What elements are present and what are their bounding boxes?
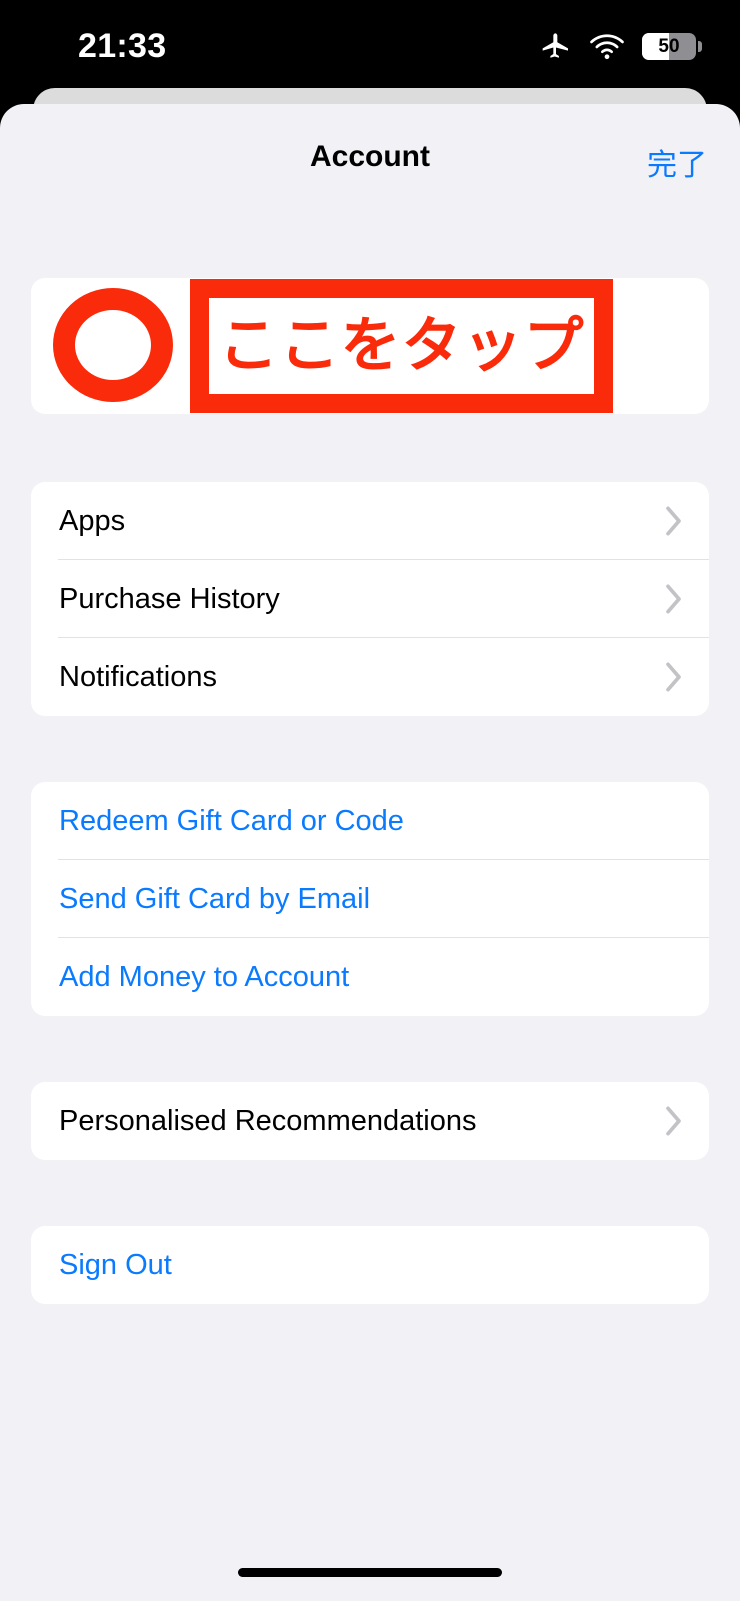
row-sign-out[interactable]: Sign Out (31, 1226, 709, 1304)
annotation-callout-box: ここをタップ (190, 279, 613, 413)
iphone-screen: 21:33 50 Account 完了 ここをタップ Apps Purchase… (0, 0, 740, 1601)
gift-card-group: Redeem Gift Card or Code Send Gift Card … (31, 782, 709, 1016)
annotation-text: ここをタップ (218, 312, 585, 379)
chevron-right-icon (666, 506, 681, 536)
row-redeem-gift-card[interactable]: Redeem Gift Card or Code (31, 782, 709, 860)
done-button[interactable]: 完了 (647, 140, 707, 184)
status-bar-icons: 50 (540, 30, 702, 62)
row-send-gift-card[interactable]: Send Gift Card by Email (31, 860, 709, 938)
sheet-nav-bar: Account 完了 (0, 104, 740, 214)
status-bar-clock: 21:33 (78, 27, 167, 65)
row-label: Sign Out (59, 1248, 172, 1281)
battery-percent-label: 50 (658, 35, 680, 57)
row-label: Purchase History (59, 582, 280, 615)
wifi-icon (590, 34, 624, 60)
airplane-mode-icon (542, 33, 568, 58)
row-label: Apps (59, 504, 126, 537)
battery-icon: 50 (642, 32, 702, 60)
row-label: Send Gift Card by Email (59, 882, 371, 915)
recommendations-group: Personalised Recommendations (31, 1082, 709, 1160)
row-personalised-recommendations[interactable]: Personalised Recommendations (31, 1082, 709, 1160)
circle-marker-icon (53, 288, 173, 402)
chevron-right-icon (666, 662, 681, 692)
account-links-group: Apps Purchase History Notifications (31, 482, 709, 716)
row-label: Add Money to Account (59, 960, 350, 993)
row-purchase-history[interactable]: Purchase History (31, 560, 709, 638)
chevron-right-icon (666, 1106, 681, 1136)
row-label: Personalised Recommendations (59, 1104, 477, 1137)
row-label: Redeem Gift Card or Code (59, 804, 404, 837)
row-label: Notifications (59, 660, 217, 693)
status-bar: 21:33 50 (0, 0, 740, 88)
annotation-banner-card: ここをタップ (31, 278, 709, 414)
row-apps[interactable]: Apps (31, 482, 709, 560)
row-add-money[interactable]: Add Money to Account (31, 938, 709, 1016)
chevron-right-icon (666, 584, 681, 614)
sign-out-group: Sign Out (31, 1226, 709, 1304)
page-title: Account (310, 140, 430, 173)
account-sheet: Account 完了 ここをタップ Apps Purchase History (0, 104, 740, 1601)
home-indicator[interactable] (238, 1568, 502, 1577)
row-notifications[interactable]: Notifications (31, 638, 709, 716)
battery-cap (698, 40, 702, 52)
